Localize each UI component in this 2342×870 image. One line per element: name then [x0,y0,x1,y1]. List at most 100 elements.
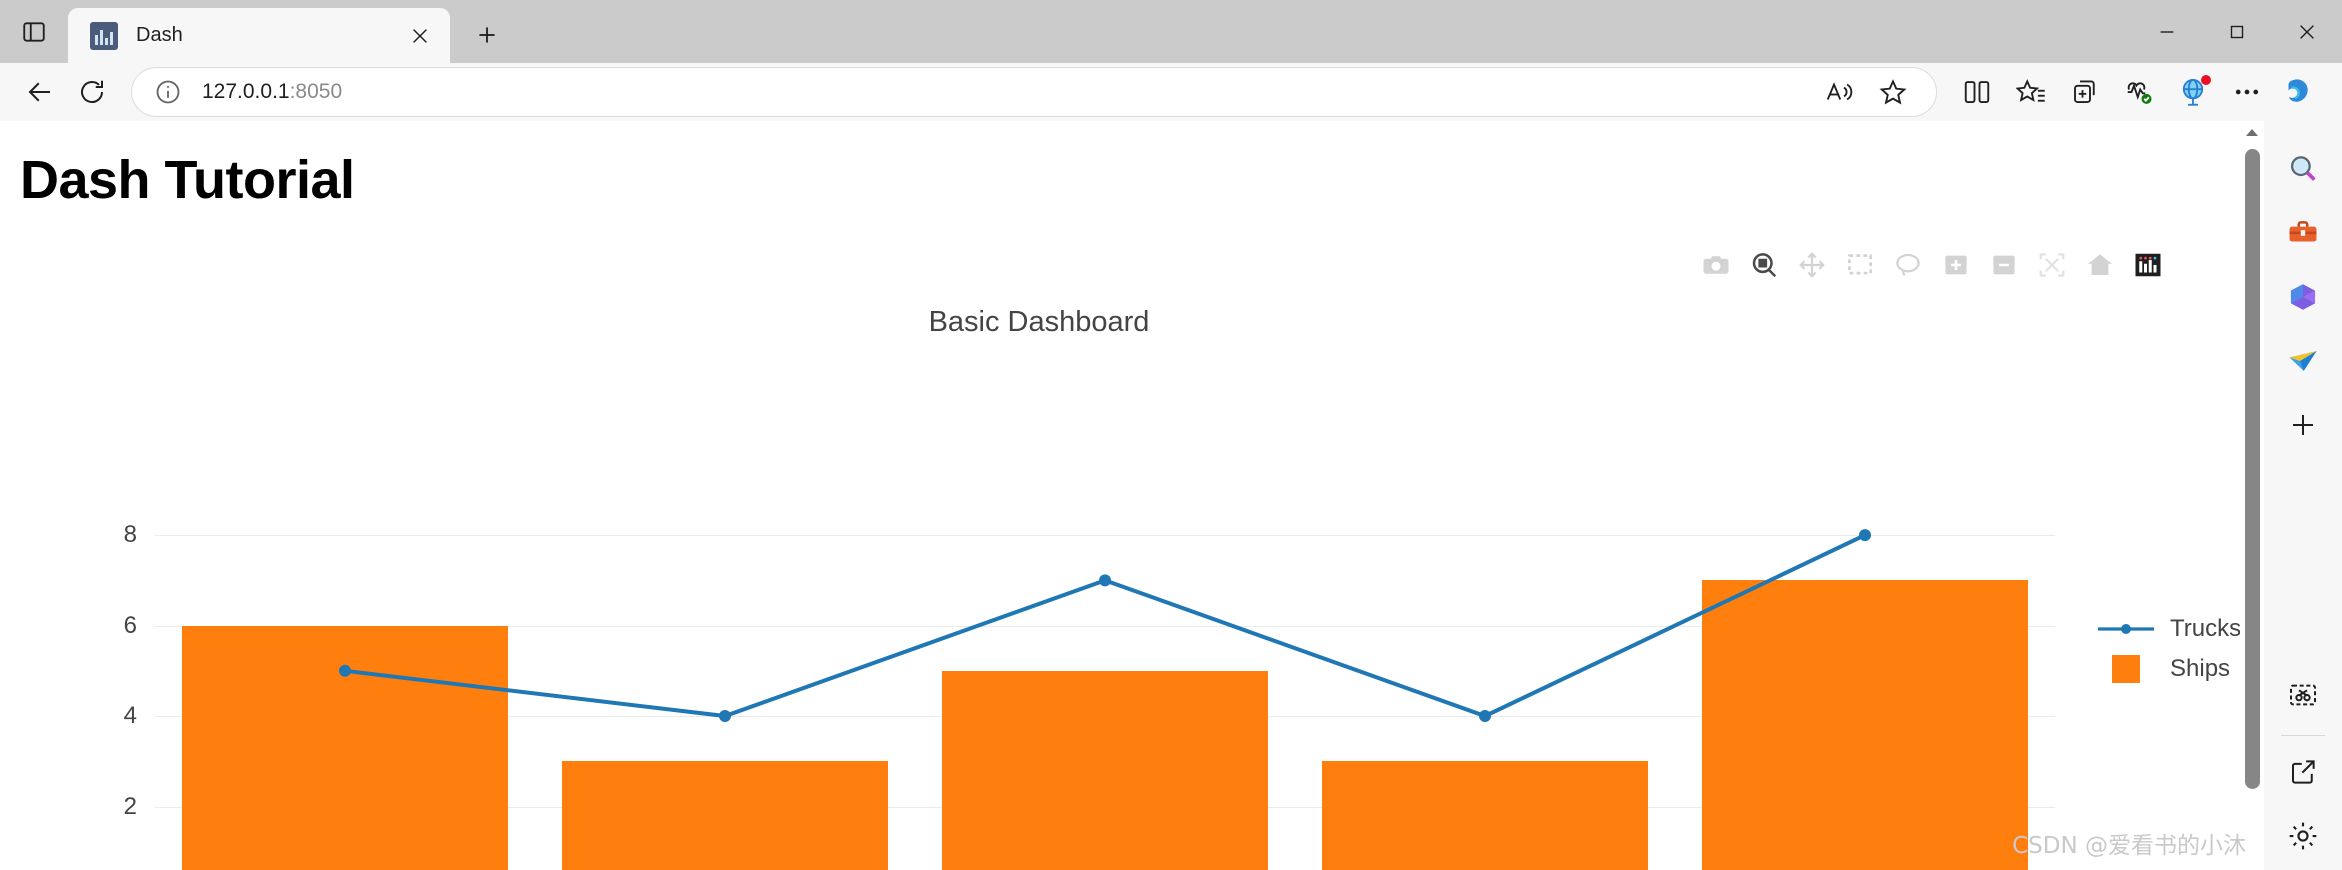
plotly-graph[interactable]: Basic Dashboard 02468 12345 Trucks [0,219,2264,870]
box-select-icon[interactable] [1844,249,1876,281]
plus-icon [2293,415,2313,435]
zoom-out-minus-icon [1993,255,2015,275]
zoom-in-icon[interactable] [1940,249,1972,281]
window-controls [2132,0,2342,63]
legend-item-ships[interactable]: Ships [2096,655,2241,683]
close-icon [413,28,427,43]
minimize-icon [2160,30,2174,33]
tab-title: Dash [136,24,183,46]
split-screen-icon [1964,81,1990,103]
camera-icon [1703,256,1729,274]
chevron-up-icon [2246,129,2258,136]
y-tick-label: 6 [123,611,137,639]
plotly-bars-icon [2135,253,2161,277]
scroll-up-button[interactable] [2240,121,2264,145]
dash-bar-chart-icon [90,21,118,50]
legend-label-trucks: Trucks [2170,615,2242,642]
sidebar-item-microsoft365[interactable] [2273,267,2333,327]
sidebar-item-screenshot[interactable] [2273,665,2333,725]
microsoft-365-icon [2290,284,2316,310]
url-text: 127.0.0.1:8050 [202,80,342,104]
chart-title: Basic Dashboard [928,306,1150,338]
tools-icon [2289,221,2317,242]
zoom-icon[interactable] [1748,249,1780,281]
legend-line-swatch [2096,619,2156,639]
edge-sidebar [2264,121,2342,870]
read-aloud-button[interactable] [1812,66,1866,118]
line-marker[interactable] [1479,710,1491,723]
profile-globe-button[interactable] [2166,66,2220,118]
tab-actions-button[interactable] [14,12,54,52]
favorites-button[interactable] [2004,66,2058,118]
split-screen-button[interactable] [1950,66,2004,118]
maximize-button[interactable] [2202,0,2272,63]
plot-axes-area[interactable]: 02468 12345 [124,517,2055,870]
close-window-button[interactable] [2272,0,2342,63]
browser-title-bar: Dash [0,0,2342,63]
new-tab-button[interactable] [464,12,510,58]
legend-box-swatch [2096,655,2156,683]
add-favorite-button[interactable] [1866,66,1920,118]
plus-icon [479,27,495,43]
favorite-star-icon [1879,79,1907,105]
sidebar-item-outlook[interactable] [2273,331,2333,391]
line-marker[interactable] [719,710,731,723]
page-title: Dash Tutorial [20,150,355,210]
open-in-new-window-icon [2292,760,2315,784]
address-bar-actions [1812,66,1920,118]
legend-item-trucks[interactable]: Trucks [2096,615,2241,643]
refresh-icon [81,80,103,104]
box-select-dashed-icon [1848,254,1872,275]
plotly-modebar [1700,249,2164,281]
copilot-button[interactable] [2274,66,2328,118]
tab-actions-icon [23,21,45,42]
browser-tab[interactable]: Dash [68,8,450,63]
page-scrollbar[interactable] [2240,121,2264,870]
info-icon [156,80,180,104]
url-port: :8050 [289,80,343,103]
back-button[interactable] [14,66,66,118]
address-bar[interactable]: 127.0.0.1:8050 [132,68,1936,116]
search-icon [2290,156,2316,181]
autoscale-expand-icon [2039,253,2065,277]
browser-essentials-button[interactable] [2112,66,2166,118]
sidebar-item-search[interactable] [2273,139,2333,199]
tab-strip-left [0,0,68,63]
refresh-button[interactable] [66,66,118,118]
line-marker-icon [2098,624,2154,634]
read-aloud-icon [1826,82,1853,101]
lasso-icon [1896,253,1920,277]
collections-button[interactable] [2058,66,2112,118]
browser-toolbar: 127.0.0.1:8050 [0,63,2342,121]
line-marker[interactable] [1099,574,1111,587]
zoom-out-icon[interactable] [1988,249,2020,281]
sidebar-divider [2281,735,2325,736]
site-info-button[interactable] [148,72,188,112]
line-marker[interactable] [339,664,351,677]
sidebar-item-tools[interactable] [2273,203,2333,263]
autoscale-icon[interactable] [2036,249,2068,281]
download-plot-icon[interactable] [1700,249,1732,281]
reset-axes-icon[interactable] [2084,249,2116,281]
line-series-trucks[interactable] [155,517,2055,870]
line-path [344,533,1866,719]
scrollbar-thumb[interactable] [2244,149,2260,789]
page-content: Dash Tutorial Basic Dashboard 2 4 6 8 Tr… [0,121,2264,870]
sidebar-item-open-new-window[interactable] [2273,742,2333,802]
pan-arrows-icon [1799,252,1825,278]
maximize-icon [2230,25,2244,38]
minimize-button[interactable] [2132,0,2202,63]
plotly-logo-icon[interactable] [2132,249,2164,281]
settings-and-more-button[interactable] [2220,66,2274,118]
line-marker[interactable] [1859,529,1871,542]
sidebar-item-settings[interactable] [2273,806,2333,866]
copilot-icon [2288,79,2308,102]
home-icon [2088,254,2112,275]
sidebar-item-add[interactable] [2273,395,2333,455]
close-tab-button[interactable] [404,20,436,52]
browser-essentials-icon [2127,82,2152,104]
lasso-select-icon[interactable] [1892,249,1924,281]
zoom-magnifier-icon [1752,253,1777,278]
bar-swatch-icon [2112,655,2140,683]
pan-icon[interactable] [1796,249,1828,281]
